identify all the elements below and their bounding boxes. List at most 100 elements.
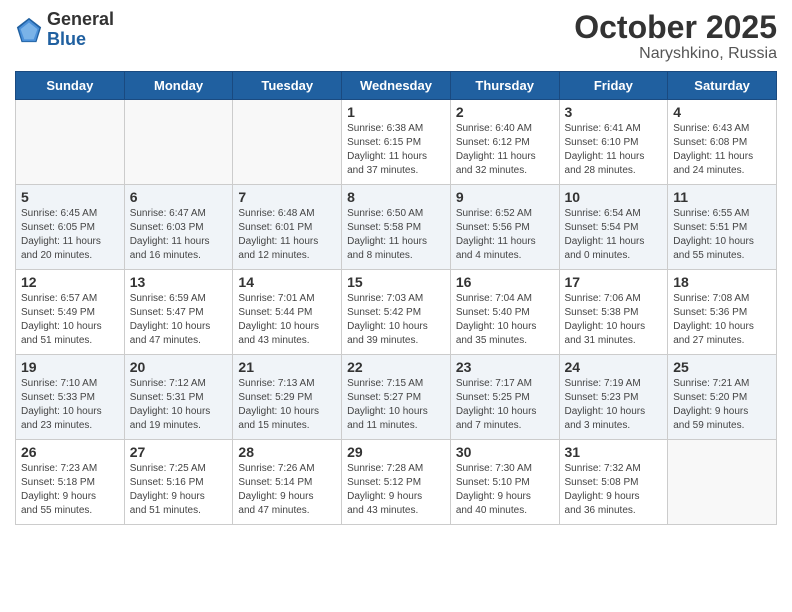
calendar-cell [16,100,125,185]
day-number: 10 [565,189,663,205]
day-number: 17 [565,274,663,290]
day-number: 31 [565,444,663,460]
calendar-cell: 25 Sunrise: 7:21 AM Sunset: 5:20 PM Dayli… [668,355,777,440]
calendar-cell: 16 Sunrise: 7:04 AM Sunset: 5:40 PM Dayli… [450,270,559,355]
day-info: Sunrise: 6:55 AM Sunset: 5:51 PM Dayligh… [673,207,771,263]
page-container: General Blue October 2025 Naryshkino, Ru… [0,0,792,535]
calendar-cell: 8Sunrise: 6:50 AM Sunset: 5:58 PM Daylig… [342,185,451,270]
calendar-cell: 23Sunrise: 7:17 AM Sunset: 5:25 PM Dayli… [450,355,559,440]
day-info: Sunrise: 7:26 AM Sunset: 5:14 PM Dayligh… [238,462,336,518]
column-header-wednesday: Wednesday [342,72,451,100]
day-number: 19 [21,359,119,375]
day-info: Sunrise: 7:03 AM Sunset: 5:42 PM Dayligh… [347,292,445,348]
calendar-cell [124,100,233,185]
day-number: 28 [238,444,336,460]
day-number: 11 [673,189,771,205]
day-number: 25 [673,359,771,375]
day-number: 26 [21,444,119,460]
calendar-cell: 11 Sunrise: 6:55 AM Sunset: 5:51 PM Dayli… [668,185,777,270]
logo-icon [15,16,43,44]
calendar-cell: 13Sunrise: 6:59 AM Sunset: 5:47 PM Dayli… [124,270,233,355]
calendar-cell: 9Sunrise: 6:52 AM Sunset: 5:56 PM Daylig… [450,185,559,270]
day-number: 12 [21,274,119,290]
logo-general: General [47,9,114,29]
calendar-cell: 19 Sunrise: 7:10 AM Sunset: 5:33 PM Dayli… [16,355,125,440]
day-info: Sunrise: 7:04 AM Sunset: 5:40 PM Dayligh… [456,292,554,348]
day-info: Sunrise: 7:06 AM Sunset: 5:38 PM Dayligh… [565,292,663,348]
day-number: 20 [130,359,228,375]
day-info: Sunrise: 6:43 AM Sunset: 6:08 PM Dayligh… [673,122,771,178]
calendar-cell: 21Sunrise: 7:13 AM Sunset: 5:29 PM Dayli… [233,355,342,440]
day-number: 6 [130,189,228,205]
calendar-cell: 17 Sunrise: 7:06 AM Sunset: 5:38 PM Dayli… [559,270,668,355]
calendar-cell: 24 Sunrise: 7:19 AM Sunset: 5:23 PM Dayli… [559,355,668,440]
logo-blue: Blue [47,29,86,49]
calendar-cell: 2Sunrise: 6:40 AM Sunset: 6:12 PM Daylig… [450,100,559,185]
day-number: 5 [21,189,119,205]
week-row-1: 1 Sunrise: 6:38 AM Sunset: 6:15 PM Daylig… [16,100,777,185]
day-number: 13 [130,274,228,290]
day-number: 18 [673,274,771,290]
calendar-cell: 4Sunrise: 6:43 AM Sunset: 6:08 PM Daylig… [668,100,777,185]
calendar-cell: 6 Sunrise: 6:47 AM Sunset: 6:03 PM Daylig… [124,185,233,270]
calendar-cell: 12 Sunrise: 6:57 AM Sunset: 5:49 PM Dayli… [16,270,125,355]
day-number: 1 [347,104,445,120]
day-number: 3 [565,104,663,120]
day-info: Sunrise: 6:38 AM Sunset: 6:15 PM Dayligh… [347,122,445,178]
day-number: 29 [347,444,445,460]
logo-text: General Blue [47,10,114,50]
calendar-cell: 7 Sunrise: 6:48 AM Sunset: 6:01 PM Daylig… [233,185,342,270]
calendar-cell: 22Sunrise: 7:15 AM Sunset: 5:27 PM Dayli… [342,355,451,440]
day-info: Sunrise: 7:25 AM Sunset: 5:16 PM Dayligh… [130,462,228,518]
day-info: Sunrise: 6:40 AM Sunset: 6:12 PM Dayligh… [456,122,554,178]
calendar-cell: 28 Sunrise: 7:26 AM Sunset: 5:14 PM Dayli… [233,440,342,525]
day-info: Sunrise: 7:19 AM Sunset: 5:23 PM Dayligh… [565,377,663,433]
column-header-saturday: Saturday [668,72,777,100]
calendar-cell: 20 Sunrise: 7:12 AM Sunset: 5:31 PM Dayli… [124,355,233,440]
location: Naryshkino, Russia [574,45,777,63]
calendar-cell: 14 Sunrise: 7:01 AM Sunset: 5:44 PM Dayli… [233,270,342,355]
day-number: 30 [456,444,554,460]
day-number: 16 [456,274,554,290]
day-info: Sunrise: 7:01 AM Sunset: 5:44 PM Dayligh… [238,292,336,348]
day-info: Sunrise: 6:47 AM Sunset: 6:03 PM Dayligh… [130,207,228,263]
calendar-cell [233,100,342,185]
day-info: Sunrise: 6:48 AM Sunset: 6:01 PM Dayligh… [238,207,336,263]
week-row-3: 12 Sunrise: 6:57 AM Sunset: 5:49 PM Dayli… [16,270,777,355]
column-header-sunday: Sunday [16,72,125,100]
day-info: Sunrise: 6:57 AM Sunset: 5:49 PM Dayligh… [21,292,119,348]
day-number: 14 [238,274,336,290]
day-number: 8 [347,189,445,205]
calendar-cell: 3Sunrise: 6:41 AM Sunset: 6:10 PM Daylig… [559,100,668,185]
calendar-cell: 15Sunrise: 7:03 AM Sunset: 5:42 PM Dayli… [342,270,451,355]
day-number: 24 [565,359,663,375]
week-row-2: 5Sunrise: 6:45 AM Sunset: 6:05 PM Daylig… [16,185,777,270]
day-info: Sunrise: 7:30 AM Sunset: 5:10 PM Dayligh… [456,462,554,518]
day-number: 21 [238,359,336,375]
calendar-header: SundayMondayTuesdayWednesdayThursdayFrid… [16,72,777,100]
calendar-cell: 5Sunrise: 6:45 AM Sunset: 6:05 PM Daylig… [16,185,125,270]
day-number: 7 [238,189,336,205]
day-info: Sunrise: 7:17 AM Sunset: 5:25 PM Dayligh… [456,377,554,433]
column-header-monday: Monday [124,72,233,100]
calendar-cell: 27Sunrise: 7:25 AM Sunset: 5:16 PM Dayli… [124,440,233,525]
header: General Blue October 2025 Naryshkino, Ru… [15,10,777,63]
column-header-thursday: Thursday [450,72,559,100]
calendar-cell: 1 Sunrise: 6:38 AM Sunset: 6:15 PM Daylig… [342,100,451,185]
calendar-cell: 30 Sunrise: 7:30 AM Sunset: 5:10 PM Dayli… [450,440,559,525]
week-row-4: 19 Sunrise: 7:10 AM Sunset: 5:33 PM Dayli… [16,355,777,440]
calendar-cell [668,440,777,525]
day-info: Sunrise: 7:21 AM Sunset: 5:20 PM Dayligh… [673,377,771,433]
calendar-cell: 10 Sunrise: 6:54 AM Sunset: 5:54 PM Dayli… [559,185,668,270]
day-info: Sunrise: 7:12 AM Sunset: 5:31 PM Dayligh… [130,377,228,433]
logo: General Blue [15,10,114,50]
calendar-cell: 29 Sunrise: 7:28 AM Sunset: 5:12 PM Dayli… [342,440,451,525]
day-info: Sunrise: 7:32 AM Sunset: 5:08 PM Dayligh… [565,462,663,518]
day-info: Sunrise: 7:28 AM Sunset: 5:12 PM Dayligh… [347,462,445,518]
day-info: Sunrise: 7:10 AM Sunset: 5:33 PM Dayligh… [21,377,119,433]
day-info: Sunrise: 6:54 AM Sunset: 5:54 PM Dayligh… [565,207,663,263]
calendar-body: 1 Sunrise: 6:38 AM Sunset: 6:15 PM Daylig… [16,100,777,525]
week-row-5: 26Sunrise: 7:23 AM Sunset: 5:18 PM Dayli… [16,440,777,525]
calendar-cell: 26Sunrise: 7:23 AM Sunset: 5:18 PM Dayli… [16,440,125,525]
column-header-friday: Friday [559,72,668,100]
